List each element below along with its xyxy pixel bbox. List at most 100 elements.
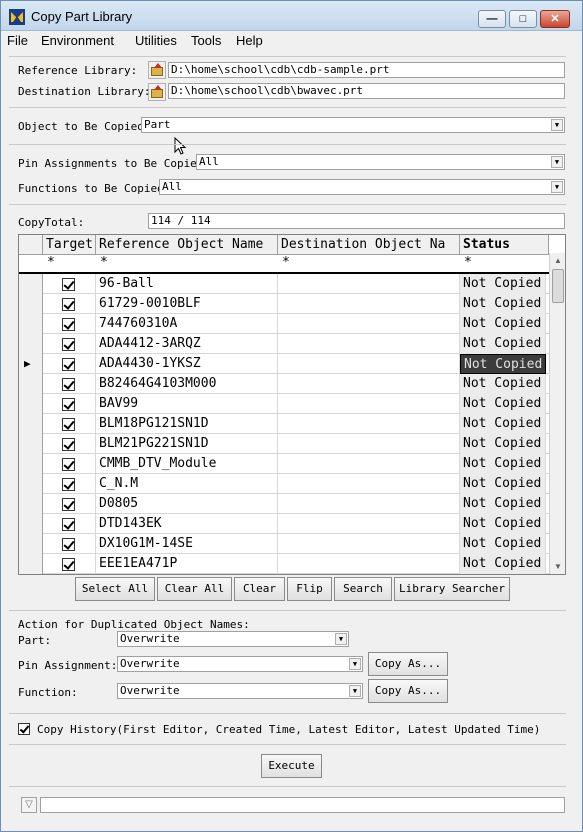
filter-reference[interactable]: * [96, 255, 278, 273]
menu-utilities[interactable]: Utilities [135, 33, 177, 48]
reference-name-cell[interactable]: B82464G4103M000 [96, 374, 278, 394]
table-row[interactable]: EEE1EA471P Not Copied [19, 554, 549, 574]
destination-name-cell[interactable] [278, 434, 460, 454]
table-row[interactable]: BLM18PG121SN1D Not Copied [19, 414, 549, 434]
destination-name-cell[interactable] [278, 394, 460, 414]
destination-name-cell[interactable] [278, 534, 460, 554]
flip-button[interactable]: Flip [287, 577, 332, 601]
row-indicator[interactable] [19, 514, 43, 534]
row-indicator[interactable] [19, 414, 43, 434]
filter-target[interactable]: * [43, 255, 96, 273]
filter-destination[interactable]: * [278, 255, 460, 273]
row-indicator[interactable] [19, 474, 43, 494]
scroll-up-icon[interactable]: ▲ [550, 253, 565, 269]
menu-environment[interactable]: Environment [41, 33, 114, 48]
row-indicator[interactable] [19, 434, 43, 454]
target-checkbox[interactable] [62, 318, 75, 331]
destination-name-cell[interactable] [278, 274, 460, 294]
target-checkbox[interactable] [62, 338, 75, 351]
reference-name-cell[interactable]: D0805 [96, 494, 278, 514]
reference-name-cell[interactable]: ADA4430-1YKSZ [96, 354, 278, 374]
destination-browse-button[interactable] [148, 83, 166, 101]
table-row[interactable]: BLM21PG221SN1D Not Copied [19, 434, 549, 454]
header-status[interactable]: Status [460, 235, 549, 255]
select-all-button[interactable]: Select All [75, 577, 155, 601]
table-row[interactable]: CMMB_DTV_Module Not Copied [19, 454, 549, 474]
menu-help[interactable]: Help [236, 33, 263, 48]
destination-name-cell[interactable] [278, 374, 460, 394]
header-target[interactable]: Target [43, 235, 96, 255]
target-checkbox[interactable] [62, 358, 75, 371]
destination-name-cell[interactable] [278, 414, 460, 434]
reference-name-cell[interactable]: 96-Ball [96, 274, 278, 294]
vertical-scrollbar[interactable]: ▲ ▼ [549, 253, 565, 574]
target-checkbox[interactable] [62, 538, 75, 551]
maximize-button[interactable]: □ [509, 10, 537, 28]
destination-name-cell[interactable] [278, 514, 460, 534]
current-row-arrow-icon[interactable]: ▶ [19, 354, 43, 374]
row-indicator[interactable] [19, 494, 43, 514]
reference-name-cell[interactable]: 61729-0010BLF [96, 294, 278, 314]
reference-name-cell[interactable]: BLM18PG121SN1D [96, 414, 278, 434]
reference-name-cell[interactable]: BLM21PG221SN1D [96, 434, 278, 454]
reference-name-cell[interactable]: DX10G1M-14SE [96, 534, 278, 554]
target-checkbox[interactable] [62, 478, 75, 491]
function-action-select[interactable]: Overwrite ▼ [117, 683, 363, 699]
header-reference-object-name[interactable]: Reference Object Name [96, 235, 278, 255]
destination-name-cell[interactable] [278, 294, 460, 314]
reference-name-cell[interactable]: CMMB_DTV_Module [96, 454, 278, 474]
minimize-button[interactable]: — [478, 10, 506, 28]
reference-library-field[interactable]: D:\home\school\cdb\cdb-sample.prt [168, 62, 565, 78]
target-checkbox[interactable] [62, 558, 75, 571]
reference-name-cell[interactable]: C_N.M [96, 474, 278, 494]
target-checkbox[interactable] [62, 518, 75, 531]
clear-all-button[interactable]: Clear All [157, 577, 232, 601]
destination-library-field[interactable]: D:\home\school\cdb\bwavec.prt [168, 83, 565, 99]
destination-name-cell[interactable] [278, 354, 460, 374]
target-checkbox[interactable] [62, 438, 75, 451]
target-checkbox[interactable] [62, 278, 75, 291]
reference-name-cell[interactable]: EEE1EA471P [96, 554, 278, 574]
target-checkbox[interactable] [62, 458, 75, 471]
target-checkbox[interactable] [62, 418, 75, 431]
target-checkbox[interactable] [62, 498, 75, 511]
clear-button[interactable]: Clear [234, 577, 285, 601]
table-row[interactable]: DX10G1M-14SE Not Copied [19, 534, 549, 554]
row-indicator[interactable] [19, 314, 43, 334]
row-indicator[interactable] [19, 294, 43, 314]
destination-name-cell[interactable] [278, 314, 460, 334]
table-row[interactable]: 61729-0010BLF Not Copied [19, 294, 549, 314]
table-row[interactable]: DTD143EK Not Copied [19, 514, 549, 534]
filter-icon[interactable]: ▽ [21, 797, 37, 813]
close-button[interactable]: ✕ [540, 10, 570, 28]
destination-name-cell[interactable] [278, 554, 460, 574]
function-copy-as-button[interactable]: Copy As... [368, 679, 448, 703]
table-row[interactable]: ADA4412-3ARQZ Not Copied [19, 334, 549, 354]
reference-name-cell[interactable]: ADA4412-3ARQZ [96, 334, 278, 354]
table-row[interactable]: BAV99 Not Copied [19, 394, 549, 414]
reference-name-cell[interactable]: DTD143EK [96, 514, 278, 534]
library-searcher-button[interactable]: Library Searcher [394, 577, 510, 601]
object-to-copy-select[interactable]: Part ▼ [141, 117, 565, 133]
row-indicator[interactable] [19, 374, 43, 394]
row-indicator[interactable] [19, 394, 43, 414]
pin-assignments-select[interactable]: All ▼ [196, 154, 565, 170]
table-row[interactable]: D0805 Not Copied [19, 494, 549, 514]
table-row[interactable]: 744760310A Not Copied [19, 314, 549, 334]
menu-tools[interactable]: Tools [191, 33, 221, 48]
filter-status[interactable]: * [460, 255, 546, 273]
reference-name-cell[interactable]: BAV99 [96, 394, 278, 414]
destination-name-cell[interactable] [278, 474, 460, 494]
reference-name-cell[interactable]: 744760310A [96, 314, 278, 334]
row-indicator[interactable] [19, 454, 43, 474]
row-indicator[interactable] [19, 534, 43, 554]
table-row[interactable]: 96-Ball Not Copied [19, 274, 549, 294]
destination-name-cell[interactable] [278, 494, 460, 514]
row-indicator[interactable] [19, 274, 43, 294]
pin-assignment-copy-as-button[interactable]: Copy As... [368, 652, 448, 676]
scroll-down-icon[interactable]: ▼ [550, 559, 565, 574]
target-checkbox[interactable] [62, 398, 75, 411]
destination-name-cell[interactable] [278, 334, 460, 354]
search-button[interactable]: Search [334, 577, 392, 601]
functions-select[interactable]: All ▼ [159, 179, 565, 195]
